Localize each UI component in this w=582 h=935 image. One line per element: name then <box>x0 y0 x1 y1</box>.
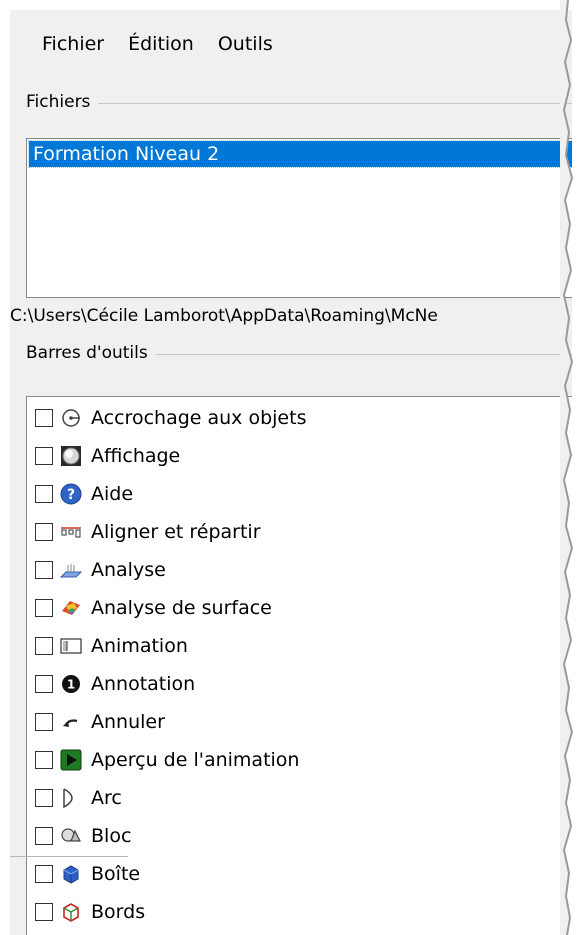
toolbar-checkbox[interactable] <box>35 409 53 427</box>
toolbar-checkbox[interactable] <box>35 523 53 541</box>
toolbar-item-label: Accrochage aux objets <box>91 407 307 429</box>
toolbar-item-label: Boîte <box>91 863 141 885</box>
toolbar-checkbox[interactable] <box>35 713 53 731</box>
toolbar-item-label: Annotation <box>91 673 196 695</box>
animation-icon <box>59 634 83 658</box>
animation-preview-icon <box>59 748 83 772</box>
toolbar-checkbox[interactable] <box>35 485 53 503</box>
svg-text:1: 1 <box>67 678 75 692</box>
block-icon <box>59 824 83 848</box>
toolbar-item-boite[interactable]: Boîte <box>27 855 140 893</box>
toolbar-item-label: Aperçu de l'animation <box>91 749 300 771</box>
toolbar-item-analyse-surface[interactable]: Analyse de surface <box>27 589 272 627</box>
toolbar-item-affichage[interactable]: Affichage <box>27 437 180 475</box>
toolbar-item-label: Aligner et répartir <box>91 521 261 543</box>
align-distribute-icon <box>59 520 83 544</box>
files-group-label: Fichiers <box>26 92 99 112</box>
toolbar-checkbox[interactable] <box>35 675 53 693</box>
file-list-item-selected[interactable]: Formation Niveau 2 <box>28 140 572 168</box>
undo-icon <box>59 710 83 734</box>
toolbar-item-label: Aide <box>91 483 134 505</box>
toolbar-checkbox[interactable] <box>35 865 53 883</box>
display-sphere-icon <box>59 444 83 468</box>
toolbar-checkbox[interactable] <box>35 447 53 465</box>
toolbar-item-label: Annuler <box>91 711 165 733</box>
toolbar-item-aide[interactable]: ? Aide <box>27 475 133 513</box>
annotation-icon: 1 <box>59 672 83 696</box>
divider <box>10 856 128 857</box>
toolbar-item-annuler[interactable]: Annuler <box>27 703 165 741</box>
toolbar-checkbox[interactable] <box>35 789 53 807</box>
toolbars-group-label: Barres d'outils <box>26 343 156 363</box>
toolbar-item-label: Bloc <box>91 825 132 847</box>
toolbar-item-bloc[interactable]: Bloc <box>27 817 131 855</box>
toolbar-item-aligner[interactable]: Aligner et répartir <box>27 513 261 551</box>
toolbar-checkbox[interactable] <box>35 751 53 769</box>
files-listbox[interactable]: Formation Niveau 2 <box>26 138 572 298</box>
toolbar-item-label: Bords <box>91 901 146 923</box>
analysis-icon <box>59 558 83 582</box>
torn-edge <box>560 0 574 935</box>
toolbar-checkbox[interactable] <box>35 599 53 617</box>
menu-edition[interactable]: Édition <box>119 28 203 60</box>
toolbar-item-label: Analyse de surface <box>91 597 272 619</box>
toolbar-item-annotation[interactable]: 1 Annotation <box>27 665 195 703</box>
menu-outils[interactable]: Outils <box>209 28 282 60</box>
options-panel: Fichier Édition Outils Fichiers Formatio… <box>10 10 572 935</box>
toolbar-item-label: Affichage <box>91 445 181 467</box>
files-group-divider <box>26 103 572 104</box>
toolbars-listbox[interactable]: Accrochage aux objets Affichage ? Aide A… <box>26 396 572 935</box>
toolbar-item-arc[interactable]: Arc <box>27 779 122 817</box>
toolbar-checkbox[interactable] <box>35 561 53 579</box>
surface-analysis-icon <box>59 596 83 620</box>
toolbar-item-label: Arc <box>91 787 122 809</box>
toolbar-checkbox[interactable] <box>35 637 53 655</box>
toolbar-item-analyse[interactable]: Analyse <box>27 551 166 589</box>
box-icon <box>59 862 83 886</box>
toolbar-item-accrochage[interactable]: Accrochage aux objets <box>27 399 306 437</box>
file-path-text: C:\Users\Cécile Lamborot\AppData\Roaming… <box>10 306 438 326</box>
object-snap-icon <box>59 406 83 430</box>
menu-bar: Fichier Édition Outils <box>10 28 288 60</box>
toolbar-item-apercu-animation[interactable]: Aperçu de l'animation <box>27 741 299 779</box>
svg-text:?: ? <box>67 487 75 503</box>
toolbar-item-bords[interactable]: Bords <box>27 893 145 931</box>
toolbar-checkbox[interactable] <box>35 827 53 845</box>
toolbar-item-label: Animation <box>91 635 188 657</box>
toolbar-checkbox[interactable] <box>35 903 53 921</box>
menu-fichier[interactable]: Fichier <box>33 28 113 60</box>
help-icon: ? <box>59 482 83 506</box>
edges-icon <box>59 900 83 924</box>
arc-icon <box>59 786 83 810</box>
toolbar-item-label: Analyse <box>91 559 166 581</box>
toolbar-item-animation[interactable]: Animation <box>27 627 188 665</box>
